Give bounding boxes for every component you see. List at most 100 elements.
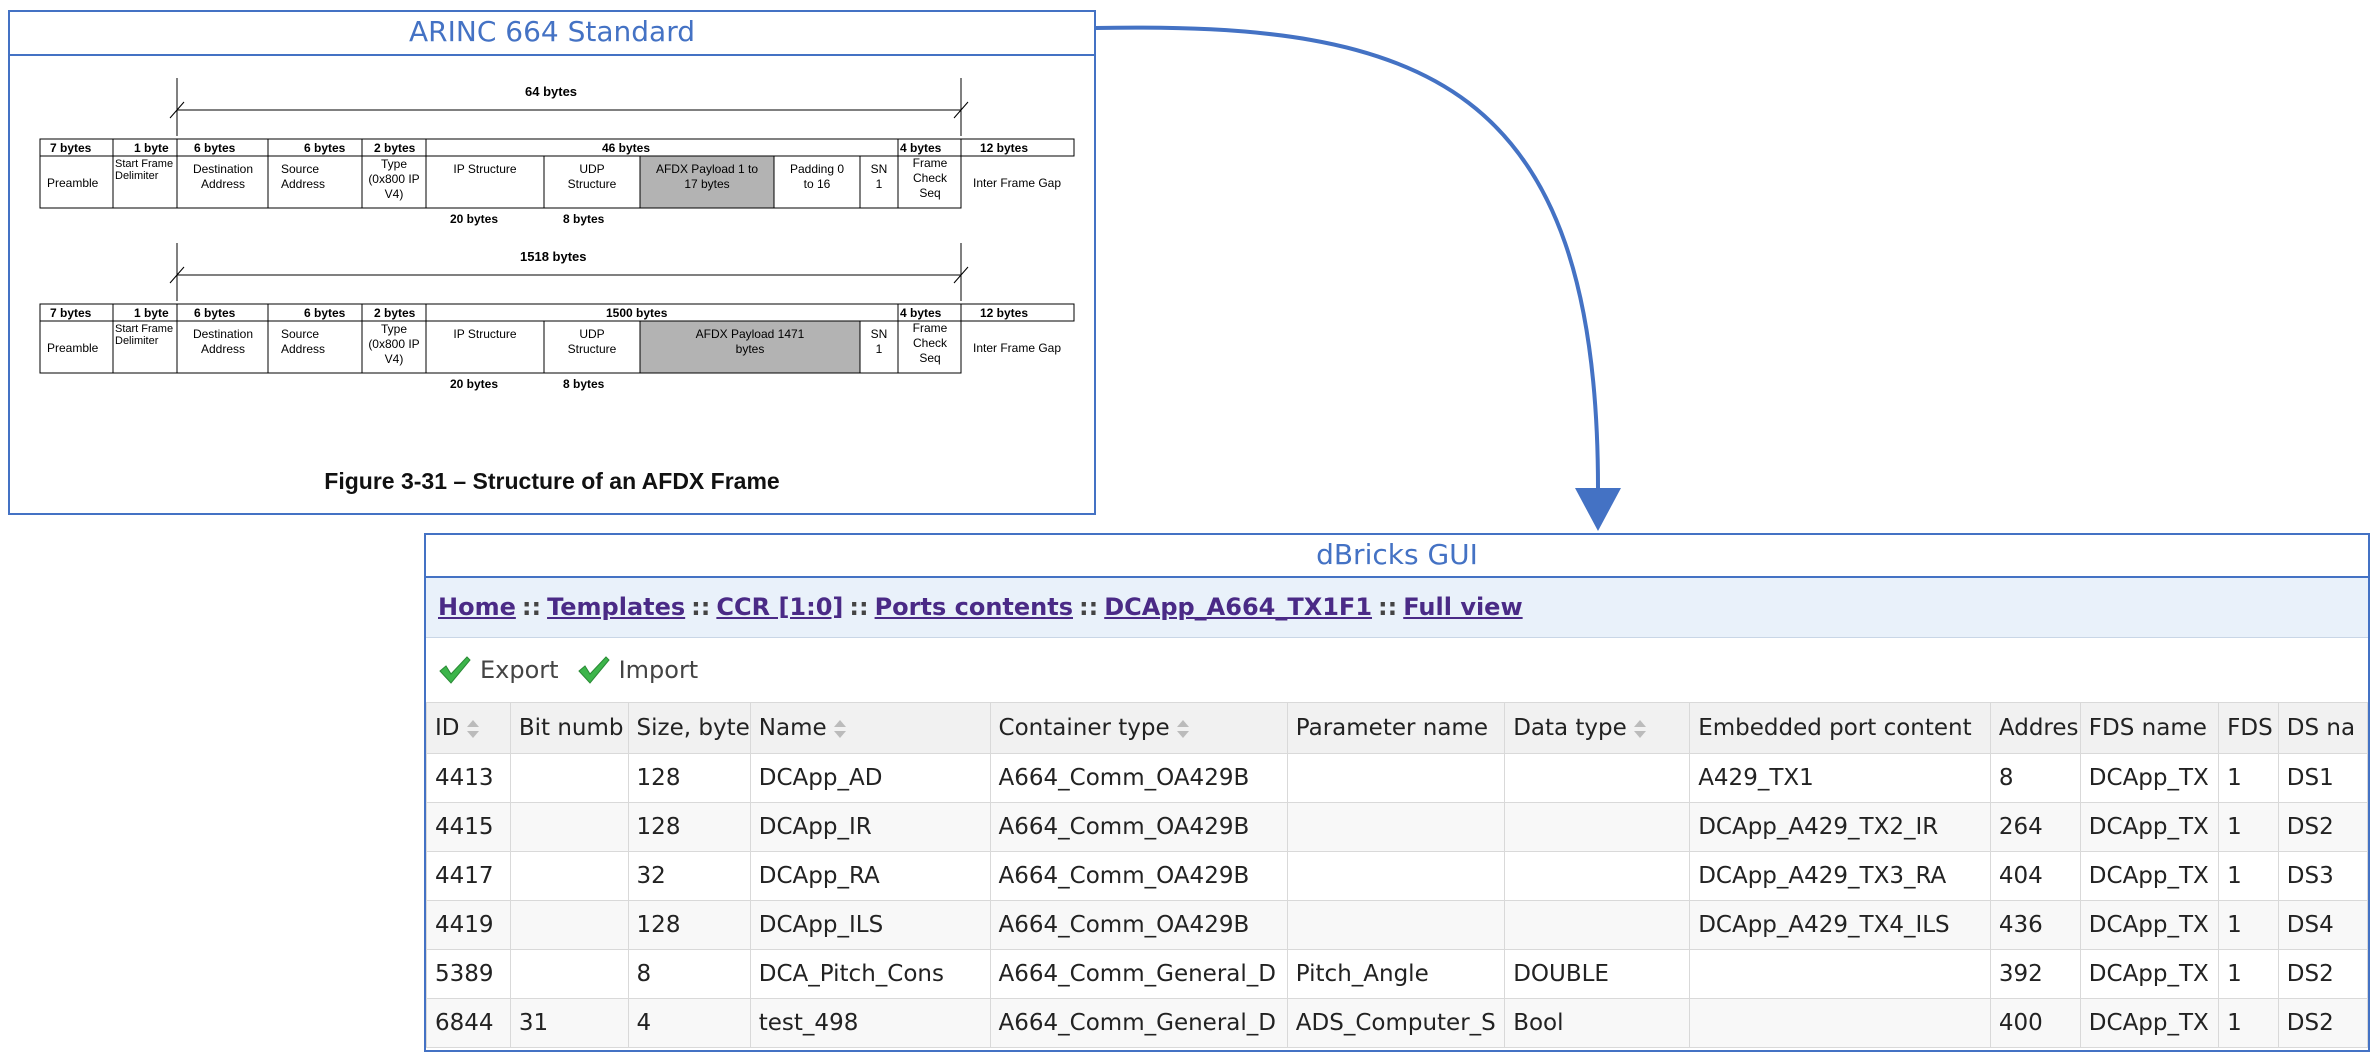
- f2-field-preamble: Preamble: [47, 341, 99, 355]
- cell-fds-name: DCApp_TX: [2079, 998, 2220, 1048]
- cell-size: 128: [627, 900, 751, 950]
- flow-arrow-line: [1095, 25, 1600, 489]
- cell-parameter-name: [1286, 753, 1506, 803]
- dbricks-panel: dBricks GUI Home:: Templates:: CCR [1:0]::…: [424, 533, 2370, 1052]
- column-header-fds-name[interactable]: FDS name: [2079, 702, 2220, 754]
- frame-64-bytes: 64 bytes 7 bytes 1 byte 6 bytes 6 bytes …: [39, 78, 1075, 226]
- cell-fds-name: DCApp_TX: [2079, 753, 2220, 803]
- column-header-embedded-port-content[interactable]: Embedded port content: [1689, 702, 1991, 754]
- column-header-size[interactable]: Size, byte: [627, 702, 751, 754]
- cell-address: 8: [1989, 753, 2081, 803]
- column-header-parameter-name[interactable]: Parameter name: [1286, 702, 1506, 754]
- table-row[interactable]: 4413 128 DCApp_AD A664_Comm_OA429B A429_TX1 8…: [426, 753, 2368, 803]
- cell-fds-name: DCApp_TX: [2079, 949, 2220, 999]
- cell-ds-name: DS3: [2277, 851, 2368, 901]
- arinc-panel-title: ARINC 664 Standard: [10, 12, 1094, 56]
- arinc-panel: ARINC 664 Standard 64 bytes 7 bytes 1 by…: [8, 10, 1096, 515]
- table-row[interactable]: 4419 128 DCApp_ILS A664_Comm_OA429B DCApp_A4…: [426, 900, 2368, 950]
- ports-content-table: ID Bit numb Size, byte Name Container ty…: [426, 702, 2368, 1048]
- f1-size-sfd: 1 byte: [134, 141, 169, 155]
- cell-size: 128: [627, 753, 751, 803]
- breadcrumb-templates[interactable]: Templates: [547, 593, 685, 621]
- sort-icon: [1633, 719, 1646, 738]
- f1-field-dest: Destination Address: [193, 162, 253, 191]
- cell-id: 4415: [426, 802, 511, 852]
- f1-field-udp: UDP Structure: [568, 162, 617, 191]
- cell-parameter-name: [1286, 802, 1506, 852]
- f1-size-payload: 46 bytes: [602, 141, 650, 155]
- cell-parameter-name: [1286, 851, 1506, 901]
- cell-bit-number: [509, 851, 629, 901]
- cell-container-type: A664_Comm_OA429B: [989, 851, 1288, 901]
- cell-embedded-port-content: [1689, 998, 1991, 1048]
- cell-container-type: A664_Comm_General_D: [989, 998, 1288, 1048]
- cell-parameter-name: [1286, 900, 1506, 950]
- cell-name: DCA_Pitch_Cons: [749, 949, 991, 999]
- f2-field-src: Source Address: [281, 327, 325, 356]
- afdx-frame-diagram: 64 bytes 7 bytes 1 byte 6 bytes 6 bytes …: [39, 78, 1075, 391]
- breadcrumb-ports-contents[interactable]: Ports contents: [875, 593, 1073, 621]
- cell-data-type: [1504, 851, 1691, 901]
- column-header-ds-name[interactable]: DS na: [2277, 702, 2368, 754]
- column-header-data-type[interactable]: Data type: [1504, 702, 1691, 754]
- cell-parameter-name: Pitch_Angle: [1286, 949, 1506, 999]
- cell-id: 5389: [426, 949, 511, 999]
- table-row[interactable]: 4415 128 DCApp_IR A664_Comm_OA429B DCApp_A42…: [426, 802, 2368, 852]
- sort-icon: [833, 719, 846, 738]
- cell-bit-number: 31: [509, 998, 629, 1048]
- cell-address: 392: [1989, 949, 2081, 999]
- import-button[interactable]: Import: [577, 655, 698, 685]
- f2-field-ip: IP Structure: [453, 327, 516, 341]
- breadcrumb-ccr[interactable]: CCR [1:0]: [716, 593, 843, 621]
- toolbar: Export Import: [438, 645, 716, 695]
- column-header-id[interactable]: ID: [426, 702, 511, 754]
- cell-address: 436: [1989, 900, 2081, 950]
- table-header-row: ID Bit numb Size, byte Name Container ty…: [426, 702, 2368, 754]
- f1-size-type: 2 bytes: [374, 141, 416, 155]
- table-row[interactable]: 5389 8 DCA_Pitch_Cons A664_Comm_General_D Pi…: [426, 949, 2368, 999]
- column-header-bit-number[interactable]: Bit numb: [509, 702, 629, 754]
- breadcrumb-full-view[interactable]: Full view: [1403, 593, 1522, 621]
- checkmark-icon: [439, 656, 471, 684]
- cell-data-type: Bool: [1504, 998, 1691, 1048]
- breadcrumb-home[interactable]: Home: [438, 593, 516, 621]
- cell-id: 4419: [426, 900, 511, 950]
- f1-field-ifg: Inter Frame Gap: [973, 176, 1061, 190]
- f1-subsize-udp: 8 bytes: [563, 212, 605, 226]
- cell-ds-name: DS4: [2277, 900, 2368, 950]
- cell-fds: 1: [2218, 998, 2279, 1048]
- table-body: 4413 128 DCApp_AD A664_Comm_OA429B A429_TX1 8…: [426, 753, 2368, 1048]
- f2-size-src: 6 bytes: [304, 306, 346, 320]
- table-row[interactable]: 6844 31 4 test_498 A664_Comm_General_D ADS_Co…: [426, 998, 2368, 1048]
- breadcrumb: Home:: Templates:: CCR [1:0]:: Ports conten…: [426, 578, 2368, 638]
- cell-container-type: A664_Comm_General_D: [989, 949, 1288, 999]
- cell-size: 128: [627, 802, 751, 852]
- cell-data-type: [1504, 900, 1691, 950]
- cell-ds-name: DS2: [2277, 949, 2368, 999]
- f2-subsize-ip: 20 bytes: [450, 377, 498, 391]
- frame1-span-label: 64 bytes: [525, 84, 577, 99]
- column-header-container-type[interactable]: Container type: [989, 702, 1288, 754]
- cell-fds: 1: [2218, 900, 2279, 950]
- f2-field-udp: UDP Structure: [568, 327, 617, 356]
- cell-address: 264: [1989, 802, 2081, 852]
- breadcrumb-separator: ::: [691, 593, 711, 621]
- f1-field-fcs: Frame Check Seq: [913, 156, 948, 200]
- column-header-address[interactable]: Addres: [1989, 702, 2081, 754]
- export-button[interactable]: Export: [438, 655, 559, 685]
- f1-size-dest: 6 bytes: [194, 141, 236, 155]
- f1-field-payload: AFDX Payload 1 to 17 bytes: [656, 162, 758, 191]
- cell-size: 8: [627, 949, 751, 999]
- column-header-name[interactable]: Name: [749, 702, 991, 754]
- cell-bit-number: [509, 900, 629, 950]
- cell-container-type: A664_Comm_OA429B: [989, 900, 1288, 950]
- column-header-fds[interactable]: FDS: [2218, 702, 2279, 754]
- table-row[interactable]: 4417 32 DCApp_RA A664_Comm_OA429B DCApp_A429…: [426, 851, 2368, 901]
- breadcrumb-port[interactable]: DCApp_A664_TX1F1: [1104, 593, 1372, 621]
- cell-fds: 1: [2218, 753, 2279, 803]
- cell-name: DCApp_RA: [749, 851, 991, 901]
- f2-size-payload: 1500 bytes: [606, 306, 668, 320]
- f1-size-ifg: 12 bytes: [980, 141, 1028, 155]
- frame2-span-label: 1518 bytes: [520, 249, 587, 264]
- cell-fds-name: DCApp_TX: [2079, 802, 2220, 852]
